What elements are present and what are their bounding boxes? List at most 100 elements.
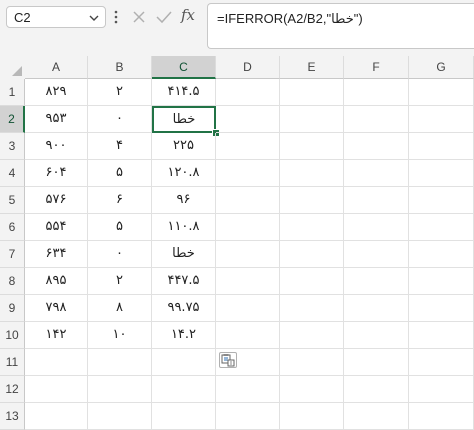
cell-g2[interactable] — [409, 106, 474, 133]
cell-c13[interactable] — [152, 403, 216, 430]
cell-g5[interactable] — [409, 187, 474, 214]
row-header-2[interactable]: 2 — [0, 106, 25, 133]
cell-a7[interactable]: ۶۳۴ — [25, 241, 88, 268]
cell-d8[interactable] — [216, 268, 280, 295]
cell-e3[interactable] — [280, 133, 344, 160]
cell-c5[interactable]: ۹۶ — [152, 187, 216, 214]
cell-f10[interactable] — [344, 322, 409, 349]
cell-g9[interactable] — [409, 295, 474, 322]
column-header-f[interactable]: F — [344, 56, 409, 79]
cell-g13[interactable] — [409, 403, 474, 430]
cell-c1[interactable]: ۴۱۴.۵ — [152, 79, 216, 106]
row-header-9[interactable]: 9 — [0, 295, 25, 322]
column-header-e[interactable]: E — [280, 56, 344, 79]
cell-a8[interactable]: ۸۹۵ — [25, 268, 88, 295]
cell-d4[interactable] — [216, 160, 280, 187]
cell-f2[interactable] — [344, 106, 409, 133]
cell-e1[interactable] — [280, 79, 344, 106]
row-header-13[interactable]: 13 — [0, 403, 25, 430]
cell-c4[interactable]: ۱۲۰.۸ — [152, 160, 216, 187]
select-all-button[interactable] — [0, 56, 25, 79]
column-header-c[interactable]: C — [152, 56, 216, 79]
insert-function-icon[interactable]: fx — [181, 6, 195, 24]
cell-a6[interactable]: ۵۵۴ — [25, 214, 88, 241]
cell-c6[interactable]: ۱۱۰.۸ — [152, 214, 216, 241]
cell-c7[interactable]: خطا — [152, 241, 216, 268]
row-header-4[interactable]: 4 — [0, 160, 25, 187]
cell-f1[interactable] — [344, 79, 409, 106]
cell-f13[interactable] — [344, 403, 409, 430]
row-header-10[interactable]: 10 — [0, 322, 25, 349]
cell-g8[interactable] — [409, 268, 474, 295]
cell-d5[interactable] — [216, 187, 280, 214]
cell-b10[interactable]: ۱۰ — [88, 322, 152, 349]
cell-e2[interactable] — [280, 106, 344, 133]
cell-d7[interactable] — [216, 241, 280, 268]
cell-c9[interactable]: ۹۹.۷۵ — [152, 295, 216, 322]
cell-b1[interactable]: ۲ — [88, 79, 152, 106]
row-header-11[interactable]: 11 — [0, 349, 25, 376]
row-header-7[interactable]: 7 — [0, 241, 25, 268]
cell-d9[interactable] — [216, 295, 280, 322]
cell-e12[interactable] — [280, 376, 344, 403]
column-header-a[interactable]: A — [25, 56, 88, 79]
cell-e8[interactable] — [280, 268, 344, 295]
cell-g3[interactable] — [409, 133, 474, 160]
cell-e7[interactable] — [280, 241, 344, 268]
cell-a13[interactable] — [25, 403, 88, 430]
cell-b12[interactable] — [88, 376, 152, 403]
cell-g11[interactable] — [409, 349, 474, 376]
cell-g7[interactable] — [409, 241, 474, 268]
chevron-down-icon[interactable] — [88, 12, 100, 24]
cell-d1[interactable] — [216, 79, 280, 106]
cancel-icon[interactable] — [132, 10, 146, 24]
cell-f3[interactable] — [344, 133, 409, 160]
cell-a4[interactable]: ۶۰۴ — [25, 160, 88, 187]
cell-g4[interactable] — [409, 160, 474, 187]
cell-c8[interactable]: ۴۴۷.۵ — [152, 268, 216, 295]
cell-d13[interactable] — [216, 403, 280, 430]
cell-e4[interactable] — [280, 160, 344, 187]
cell-e11[interactable] — [280, 349, 344, 376]
cell-a2[interactable]: ۹۵۳ — [25, 106, 88, 133]
enter-check-icon[interactable] — [156, 10, 172, 24]
cell-c2[interactable]: خطا — [152, 106, 216, 133]
cell-a12[interactable] — [25, 376, 88, 403]
cell-f7[interactable] — [344, 241, 409, 268]
cell-f11[interactable] — [344, 349, 409, 376]
row-header-5[interactable]: 5 — [0, 187, 25, 214]
cell-g12[interactable] — [409, 376, 474, 403]
cell-e6[interactable] — [280, 214, 344, 241]
cell-f8[interactable] — [344, 268, 409, 295]
cell-a1[interactable]: ۸۲۹ — [25, 79, 88, 106]
cell-b6[interactable]: ۵ — [88, 214, 152, 241]
cell-c12[interactable] — [152, 376, 216, 403]
cell-a10[interactable]: ۱۴۲ — [25, 322, 88, 349]
cell-b5[interactable]: ۶ — [88, 187, 152, 214]
cell-d2[interactable] — [216, 106, 280, 133]
cell-d11[interactable] — [216, 349, 280, 376]
cell-g10[interactable] — [409, 322, 474, 349]
cell-e5[interactable] — [280, 187, 344, 214]
cell-f9[interactable] — [344, 295, 409, 322]
cell-f6[interactable] — [344, 214, 409, 241]
cell-b4[interactable]: ۵ — [88, 160, 152, 187]
cell-a3[interactable]: ۹۰۰ — [25, 133, 88, 160]
cell-c3[interactable]: ۲۲۵ — [152, 133, 216, 160]
cell-d12[interactable] — [216, 376, 280, 403]
formula-input[interactable]: =IFERROR(A2/B2,"خطا") — [207, 3, 474, 49]
column-header-d[interactable]: D — [216, 56, 280, 79]
cell-a5[interactable]: ۵۷۶ — [25, 187, 88, 214]
cell-b2[interactable]: ۰ — [88, 106, 152, 133]
cell-b9[interactable]: ۸ — [88, 295, 152, 322]
cell-e10[interactable] — [280, 322, 344, 349]
cell-a11[interactable] — [25, 349, 88, 376]
spreadsheet-grid[interactable]: A B C D E F G 1 ۸۲۹ ۲ ۴۱۴.۵ 2 ۹۵۳ ۰ خطا 3 ۹۰۰ ۴ ۲۲۵ 4 ۶۰۴ ۵ ۱۲… — [0, 56, 474, 430]
row-header-8[interactable]: 8 — [0, 268, 25, 295]
cell-b8[interactable]: ۲ — [88, 268, 152, 295]
name-box[interactable]: C2 — [6, 6, 106, 28]
cell-b11[interactable] — [88, 349, 152, 376]
cell-e13[interactable] — [280, 403, 344, 430]
cell-f5[interactable] — [344, 187, 409, 214]
cell-g6[interactable] — [409, 214, 474, 241]
